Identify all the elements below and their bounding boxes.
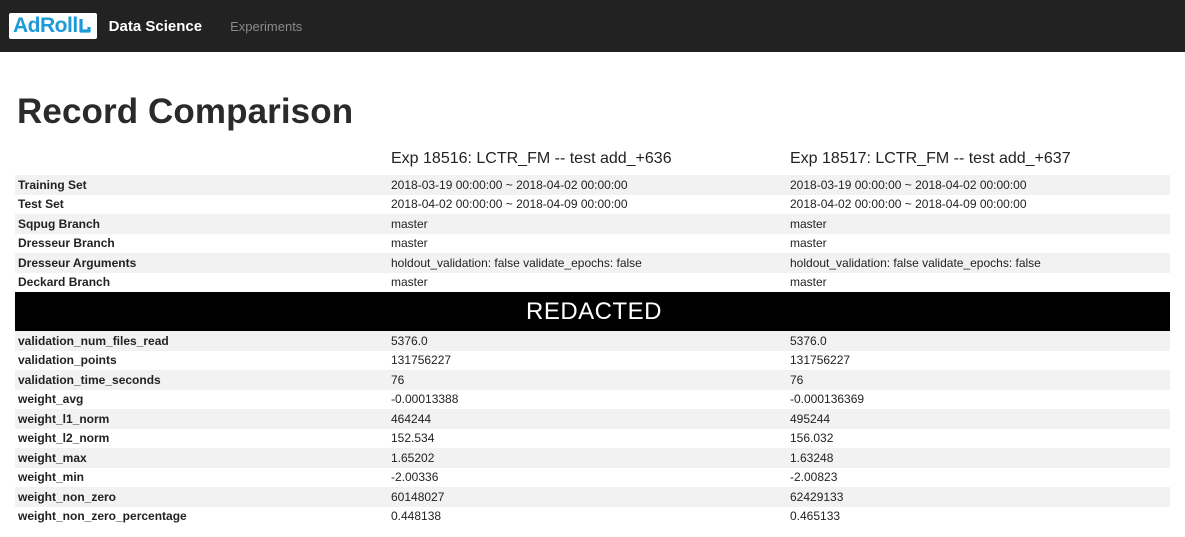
row-label: weight_l1_norm: [15, 409, 388, 429]
table-row: Deckard Branch master master: [15, 272, 1170, 292]
row-value-exp-18516: master: [388, 214, 787, 234]
row-value-exp-18516: 1.65202: [388, 448, 787, 468]
row-label: weight_l2_norm: [15, 428, 388, 448]
logo-ad-text: Ad: [13, 14, 41, 37]
row-value-exp-18517: holdout_validation: false validate_epoch…: [787, 253, 1170, 273]
row-label: weight_non_zero_percentage: [15, 506, 388, 526]
row-value-exp-18517: 0.465133: [787, 506, 1170, 526]
top-navbar: Ad Roll Data Science Experiments: [0, 0, 1185, 52]
table-row: Sqpug Branch master master: [15, 214, 1170, 234]
row-label: validation_num_files_read: [15, 331, 388, 351]
row-value-exp-18516: master: [388, 233, 787, 253]
row-value-exp-18516: 2018-03-19 00:00:00 ~ 2018-04-02 00:00:0…: [388, 175, 787, 195]
adroll-logo[interactable]: Ad Roll: [9, 13, 97, 39]
table-row: Test Set 2018-04-02 00:00:00 ~ 2018-04-09…: [15, 194, 1170, 214]
comparison-table: Exp 18516: LCTR_FM -- test add_+636 Exp …: [15, 142, 1170, 526]
row-value-exp-18517: 5376.0: [787, 331, 1170, 351]
brand-link[interactable]: Data Science: [109, 18, 202, 35]
row-value-exp-18517: master: [787, 214, 1170, 234]
row-value-exp-18517: 2018-03-19 00:00:00 ~ 2018-04-02 00:00:0…: [787, 175, 1170, 195]
logo-roll-text: Roll: [40, 14, 78, 37]
row-label: Training Set: [15, 175, 388, 195]
row-label: validation_time_seconds: [15, 370, 388, 390]
row-value-exp-18517: 2018-04-02 00:00:00 ~ 2018-04-09 00:00:0…: [787, 194, 1170, 214]
table-row: validation_time_seconds 76 76: [15, 370, 1170, 390]
row-value-exp-18516: -2.00336: [388, 467, 787, 487]
config-rows: Training Set 2018-03-19 00:00:00 ~ 2018-0…: [15, 175, 1170, 292]
column-header-exp-18516: Exp 18516: LCTR_FM -- test add_+636: [391, 149, 672, 167]
row-value-exp-18517: 1.63248: [787, 448, 1170, 468]
redacted-bar: REDACTED: [15, 292, 1170, 331]
row-value-exp-18516: master: [388, 272, 787, 292]
row-value-exp-18517: master: [787, 233, 1170, 253]
comparison-table-container: Exp 18516: LCTR_FM -- test add_+636 Exp …: [15, 142, 1170, 526]
row-label: weight_max: [15, 448, 388, 468]
table-row: weight_min -2.00336 -2.00823: [15, 467, 1170, 487]
table-row: weight_non_zero_percentage 0.448138 0.4651…: [15, 506, 1170, 526]
row-value-exp-18516: 464244: [388, 409, 787, 429]
row-value-exp-18516: -0.00013388: [388, 389, 787, 409]
row-value-exp-18517: 62429133: [787, 487, 1170, 507]
row-label: weight_min: [15, 467, 388, 487]
table-row: weight_max 1.65202 1.63248: [15, 448, 1170, 468]
row-label: Test Set: [15, 194, 388, 214]
row-value-exp-18517: -0.000136369: [787, 389, 1170, 409]
table-row: Dresseur Branch master master: [15, 233, 1170, 253]
table-row: validation_points 131756227 131756227: [15, 350, 1170, 370]
row-label: Dresseur Branch: [15, 233, 388, 253]
header-blank-cell: [15, 142, 388, 175]
row-value-exp-18516: 5376.0: [388, 331, 787, 351]
page-title: Record Comparison: [17, 92, 354, 131]
row-value-exp-18516: 152.534: [388, 428, 787, 448]
row-label: Deckard Branch: [15, 272, 388, 292]
row-value-exp-18517: 76: [787, 370, 1170, 390]
row-value-exp-18517: master: [787, 272, 1170, 292]
row-value-exp-18516: holdout_validation: false validate_epoch…: [388, 253, 787, 273]
row-value-exp-18517: 156.032: [787, 428, 1170, 448]
row-value-exp-18517: -2.00823: [787, 467, 1170, 487]
row-value-exp-18517: 131756227: [787, 350, 1170, 370]
row-value-exp-18516: 76: [388, 370, 787, 390]
table-row: weight_l2_norm 152.534 156.032: [15, 428, 1170, 448]
table-row: Training Set 2018-03-19 00:00:00 ~ 2018-0…: [15, 175, 1170, 195]
table-row: weight_avg -0.00013388 -0.000136369: [15, 389, 1170, 409]
column-header-exp-18517: Exp 18517: LCTR_FM -- test add_+637: [790, 149, 1071, 167]
nav-link-experiments[interactable]: Experiments: [230, 19, 302, 34]
row-label: weight_avg: [15, 389, 388, 409]
redacted-label: REDACTED: [15, 292, 1170, 331]
row-value-exp-18516: 60148027: [388, 487, 787, 507]
redacted-section: REDACTED: [15, 292, 1170, 331]
table-header-row: Exp 18516: LCTR_FM -- test add_+636 Exp …: [15, 142, 1170, 175]
metric-rows: validation_num_files_read 5376.0 5376.0 val…: [15, 331, 1170, 526]
row-label: Sqpug Branch: [15, 214, 388, 234]
row-value-exp-18516: 0.448138: [388, 506, 787, 526]
table-row: Dresseur Arguments holdout_validation: fa…: [15, 253, 1170, 273]
logo-hook-icon: [79, 19, 91, 33]
table-row: weight_l1_norm 464244 495244: [15, 409, 1170, 429]
table-row: validation_num_files_read 5376.0 5376.0: [15, 331, 1170, 351]
row-label: Dresseur Arguments: [15, 253, 388, 273]
row-value-exp-18516: 131756227: [388, 350, 787, 370]
row-value-exp-18517: 495244: [787, 409, 1170, 429]
row-label: weight_non_zero: [15, 487, 388, 507]
table-row: weight_non_zero 60148027 62429133: [15, 487, 1170, 507]
row-label: validation_points: [15, 350, 388, 370]
row-value-exp-18516: 2018-04-02 00:00:00 ~ 2018-04-09 00:00:0…: [388, 194, 787, 214]
